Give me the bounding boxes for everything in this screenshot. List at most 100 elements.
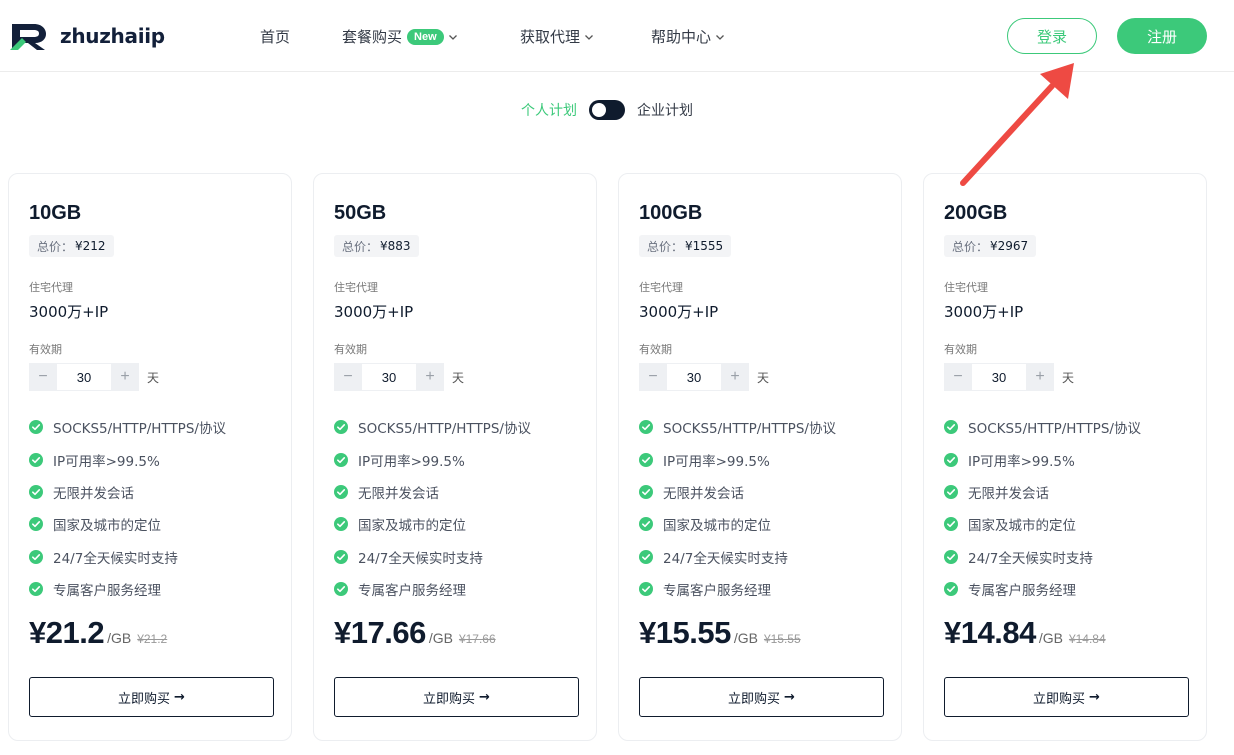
arrow-right-icon: → [784, 689, 795, 705]
feature-list: SOCKS5/HTTP/HTTPS/协议 IP可用率>99.5% 无限并发会话 国家及… [29, 411, 226, 605]
validity-stepper: − 30 + 天 [334, 363, 464, 391]
register-button[interactable]: 注册 [1117, 18, 1207, 54]
check-circle-icon [29, 582, 43, 597]
total-label: 总价： [952, 239, 989, 254]
days-input[interactable]: 30 [57, 363, 111, 391]
feature-text: 无限并发会话 [968, 485, 1049, 502]
new-badge: New [407, 28, 444, 45]
feature-item: 无限并发会话 [29, 476, 226, 508]
total-value: ¥1555 [685, 239, 724, 253]
validity-stepper: − 30 + 天 [944, 363, 1074, 391]
card-title: 50GB [334, 202, 387, 224]
check-circle-icon [639, 582, 653, 597]
increment-button[interactable]: + [1026, 363, 1054, 391]
feature-item: SOCKS5/HTTP/HTTPS/协议 [639, 411, 836, 443]
check-circle-icon [944, 549, 958, 564]
buy-now-button[interactable]: 立即购买 → [639, 677, 884, 717]
feature-text: IP可用率>99.5% [53, 453, 160, 470]
check-circle-icon [944, 452, 958, 467]
increment-button[interactable]: + [111, 363, 139, 391]
decrement-button[interactable]: − [29, 363, 57, 391]
decrement-button[interactable]: − [639, 363, 667, 391]
feature-text: 24/7全天候实时支持 [663, 550, 788, 567]
feature-item: SOCKS5/HTTP/HTTPS/协议 [29, 411, 226, 443]
days-input[interactable]: 30 [667, 363, 721, 391]
total-value: ¥883 [380, 239, 411, 253]
logo-mark-icon [10, 24, 46, 50]
check-circle-icon [639, 549, 653, 564]
price-unit: /GB [1038, 630, 1063, 646]
feature-item: 24/7全天候实时支持 [639, 541, 836, 573]
original-price: ¥14.84 [1068, 632, 1106, 646]
feature-item: 专属客户服务经理 [334, 573, 531, 605]
decrement-button[interactable]: − [944, 363, 972, 391]
price-unit: /GB [733, 630, 758, 646]
validity-label: 有效期 [639, 343, 672, 356]
days-input[interactable]: 30 [362, 363, 416, 391]
feature-text: 专属客户服务经理 [968, 583, 1076, 600]
days-input[interactable]: 30 [972, 363, 1026, 391]
increment-button[interactable]: + [721, 363, 749, 391]
days-unit: 天 [757, 370, 770, 385]
feature-item: 24/7全天候实时支持 [944, 541, 1141, 573]
feature-item: 无限并发会话 [944, 476, 1141, 508]
login-button[interactable]: 登录 [1007, 18, 1097, 54]
buy-now-button[interactable]: 立即购买 → [29, 677, 274, 717]
feature-item: IP可用率>99.5% [639, 443, 836, 475]
pricing-card: 100GB 总价： ¥1555 住宅代理 3000万+IP 有效期 − 30 +… [618, 173, 902, 741]
arrow-right-icon: → [479, 689, 490, 705]
pricing-card: 200GB 总价： ¥2967 住宅代理 3000万+IP 有效期 − 30 +… [923, 173, 1207, 741]
nav-help[interactable]: 帮助中心 [651, 26, 725, 47]
feature-text: IP可用率>99.5% [663, 453, 770, 470]
feature-item: 专属客户服务经理 [944, 573, 1141, 605]
feature-item: 国家及城市的定位 [334, 508, 531, 540]
nav-get-proxy[interactable]: 获取代理 [520, 26, 594, 47]
buy-now-button[interactable]: 立即购买 → [944, 677, 1189, 717]
total-price-tag: 总价： ¥2967 [944, 235, 1037, 257]
plan-switch[interactable] [589, 100, 625, 120]
check-circle-icon [944, 517, 958, 532]
days-unit: 天 [1062, 370, 1075, 385]
original-price: ¥17.66 [458, 632, 496, 646]
price-unit: /GB [107, 630, 132, 646]
arrow-right-icon: → [174, 689, 185, 705]
validity-stepper: − 30 + 天 [29, 363, 159, 391]
price-row: ¥17.66 /GB ¥17.66 [334, 615, 496, 651]
check-circle-icon [639, 517, 653, 532]
check-circle-icon [334, 452, 348, 467]
pricing-card: 10GB 总价： ¥212 住宅代理 3000万+IP 有效期 − 30 + 天… [8, 173, 292, 741]
total-price-tag: 总价： ¥883 [334, 235, 419, 257]
check-circle-icon [944, 420, 958, 435]
buy-now-button[interactable]: 立即购买 → [334, 677, 579, 717]
ip-count: 3000万+IP [639, 303, 719, 321]
nav-packages[interactable]: 套餐购买 New [342, 26, 458, 47]
feature-list: SOCKS5/HTTP/HTTPS/协议 IP可用率>99.5% 无限并发会话 国家及… [944, 411, 1141, 605]
days-unit: 天 [452, 370, 465, 385]
nav-home[interactable]: 首页 [260, 26, 290, 47]
increment-button[interactable]: + [416, 363, 444, 391]
plan-switch-knob [592, 103, 606, 117]
feature-text: 24/7全天候实时支持 [53, 550, 178, 567]
original-price: ¥15.55 [763, 632, 801, 646]
feature-text: SOCKS5/HTTP/HTTPS/协议 [968, 421, 1141, 438]
check-circle-icon [29, 484, 43, 499]
days-unit: 天 [147, 370, 160, 385]
feature-text: SOCKS5/HTTP/HTTPS/协议 [53, 421, 226, 438]
feature-text: IP可用率>99.5% [968, 453, 1075, 470]
chevron-down-icon [585, 34, 593, 40]
pricing-card: 50GB 总价： ¥883 住宅代理 3000万+IP 有效期 − 30 + 天… [313, 173, 597, 741]
unit-price: ¥17.66 [334, 615, 426, 650]
feature-text: SOCKS5/HTTP/HTTPS/协议 [663, 421, 836, 438]
total-value: ¥212 [75, 239, 106, 253]
personal-plan-label[interactable]: 个人计划 [521, 100, 577, 120]
top-header: zhuzhaiip 首页 套餐购买 New 获取代理 帮助中心 登录 注册 [0, 0, 1234, 72]
logo[interactable]: zhuzhaiip [8, 20, 165, 52]
validity-label: 有效期 [29, 343, 62, 356]
feature-item: IP可用率>99.5% [944, 443, 1141, 475]
enterprise-plan-label[interactable]: 企业计划 [637, 100, 693, 120]
total-label: 总价： [342, 239, 379, 254]
card-title: 100GB [639, 202, 703, 224]
feature-text: 专属客户服务经理 [53, 583, 161, 600]
ip-count: 3000万+IP [944, 303, 1024, 321]
decrement-button[interactable]: − [334, 363, 362, 391]
